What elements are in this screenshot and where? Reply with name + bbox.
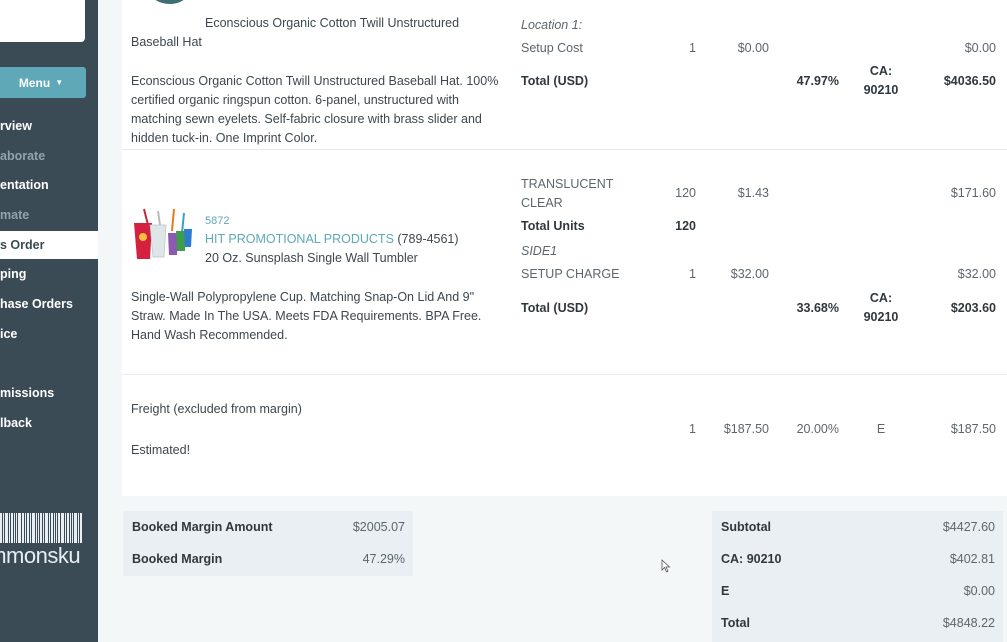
booked-margin-label: Booked Margin <box>132 552 223 566</box>
variant-total: $171.60 <box>950 186 996 200</box>
booked-margin-amount-row: Booked Margin Amount $2005.07 <box>123 511 413 543</box>
setup-label: Setup Cost <box>521 41 583 55</box>
sidebar-item-purchase-orders[interactable]: hase Orders <box>0 291 98 317</box>
sidebar-item-presentation[interactable]: entation <box>0 172 98 198</box>
sidebar-item-commissions[interactable]: missions <box>0 380 98 406</box>
product-title-line2[interactable]: Baseball Hat <box>131 35 202 49</box>
freight-total: $187.50 <box>950 422 996 436</box>
variant-line1: TRANSLUCENT <box>521 177 614 191</box>
tax2-row: E $0.00 <box>712 575 1003 607</box>
total-amount: $4036.50 <box>943 74 996 88</box>
tax-line2: 90210 <box>863 83 899 97</box>
sidebar-item-label: entation <box>0 178 49 192</box>
sidebar-item-overview[interactable]: rview <box>0 113 98 139</box>
order-items-table: Econscious Organic Cotton Twill Unstruct… <box>122 0 1007 496</box>
product-supplier-line: HIT PROMOTIONAL PRODUCTS (789-4561) <box>205 232 459 246</box>
sidebar-item-feedback[interactable]: lback <box>0 410 98 436</box>
total-label: Total (USD) <box>521 301 589 315</box>
total-value: $4848.22 <box>942 616 995 630</box>
product-thumbnail[interactable] <box>130 207 194 263</box>
order-totals: Subtotal $4427.60 CA: 90210 $402.81 E $0… <box>712 511 1003 642</box>
sidebar-item-label: ping <box>0 267 27 281</box>
setup-price: $0.00 <box>737 41 769 55</box>
sidebar-item-invoice[interactable]: ice <box>0 321 98 347</box>
main-content: Econscious Organic Cotton Twill Unstruct… <box>98 0 1007 642</box>
tax-line1: CA: <box>869 291 893 305</box>
booked-margin-value: 47.29% <box>362 552 405 566</box>
setup-total: $32.00 <box>957 267 996 281</box>
total-label: Total <box>721 616 750 630</box>
sidebar-item-label: aborate <box>0 149 46 163</box>
sidebar: Menu ▼ rview aborate entation mate s Ord… <box>0 0 98 642</box>
sidebar-item-label: ice <box>0 327 18 341</box>
sidebar-item-label: rview <box>0 119 32 133</box>
tax1-label: CA: 90210 <box>721 552 782 566</box>
total-label: Total (USD) <box>521 74 589 88</box>
freight-qty: 1 <box>689 422 696 436</box>
product-description: Econscious Organic Cotton Twill Unstruct… <box>131 74 499 145</box>
variant-price: $1.43 <box>737 186 769 200</box>
caret-down-icon: ▼ <box>55 78 64 87</box>
booked-margin-amount-label: Booked Margin Amount <box>132 520 273 534</box>
sidebar-item-label: s Order <box>0 238 45 252</box>
product-sku[interactable]: 5872 <box>205 215 229 227</box>
total-units-value: 120 <box>675 219 696 233</box>
tax2-value: $0.00 <box>963 584 995 598</box>
product-name[interactable]: 20 Oz. Sunsplash Single Wall Tumbler <box>205 251 418 265</box>
sidebar-item-shipping[interactable]: ping <box>0 261 98 287</box>
setup-price: $32.00 <box>730 267 769 281</box>
sidebar-item-label: missions <box>0 386 55 400</box>
tax2-label: E <box>721 584 730 598</box>
logo-text: commonsku <box>0 543 81 568</box>
freight-margin: 20.00% <box>796 422 839 436</box>
sidebar-item-estimate[interactable]: mate <box>0 202 98 228</box>
freight-note: Estimated! <box>131 443 191 457</box>
setup-total: $0.00 <box>964 41 996 55</box>
sidebar-item-label: hase Orders <box>0 297 73 311</box>
variant-line2: CLEAR <box>521 196 563 210</box>
commonsku-logo: commonsku <box>0 513 98 569</box>
mouse-cursor-icon <box>661 559 671 573</box>
product-description: Single-Wall Polypropylene Cup. Matching … <box>131 290 482 342</box>
location-label: Location 1: <box>521 18 583 32</box>
subtotal-row: Subtotal $4427.60 <box>712 511 1003 543</box>
total-row: Total $4848.22 <box>712 607 1003 639</box>
setup-label: SETUP CHARGE <box>521 267 620 281</box>
product-thumbnail[interactable] <box>142 0 192 18</box>
menu-button[interactable]: Menu ▼ <box>0 67 86 98</box>
margin-value: 47.97% <box>796 74 839 88</box>
tax-line2: 90210 <box>863 310 899 324</box>
booked-margin-row: Booked Margin 47.29% <box>123 543 413 575</box>
supplier-link[interactable]: HIT PROMOTIONAL PRODUCTS <box>205 232 394 246</box>
sidebar-item-label: mate <box>0 208 30 222</box>
barcode-icon <box>0 513 84 543</box>
freight-price: $187.50 <box>723 422 769 436</box>
margin-summary: Booked Margin Amount $2005.07 Booked Mar… <box>123 511 413 576</box>
sidebar-search-box[interactable] <box>0 0 85 42</box>
freight-tax: E <box>876 422 886 436</box>
freight-label[interactable]: Freight (excluded from margin) <box>131 402 302 416</box>
supplier-phone: (789-4561) <box>397 232 459 246</box>
table-row: Econscious Organic Cotton Twill Unstruct… <box>122 0 1007 150</box>
tax1-value: $402.81 <box>949 552 995 566</box>
tax1-row: CA: 90210 $402.81 <box>712 543 1003 575</box>
product-title-line1[interactable]: Econscious Organic Cotton Twill Unstruct… <box>205 16 459 30</box>
total-units-label: Total Units <box>521 219 585 233</box>
subtotal-value: $4427.60 <box>942 520 995 534</box>
sidebar-item-sales-order[interactable]: s Order <box>0 231 98 259</box>
setup-qty: 1 <box>689 41 696 55</box>
setup-qty: 1 <box>689 267 696 281</box>
menu-button-label: Menu <box>18 75 51 90</box>
subtotal-label: Subtotal <box>721 520 771 534</box>
margin-value: 33.68% <box>796 301 839 315</box>
tax-line1: CA: <box>869 64 893 78</box>
variant-qty: 120 <box>675 186 696 200</box>
sidebar-item-label: lback <box>0 416 32 430</box>
side-label: SIDE1 <box>521 244 558 258</box>
total-amount: $203.60 <box>950 301 996 315</box>
booked-margin-amount-value: $2005.07 <box>352 520 405 534</box>
sidebar-item-collaborate[interactable]: aborate <box>0 143 98 169</box>
